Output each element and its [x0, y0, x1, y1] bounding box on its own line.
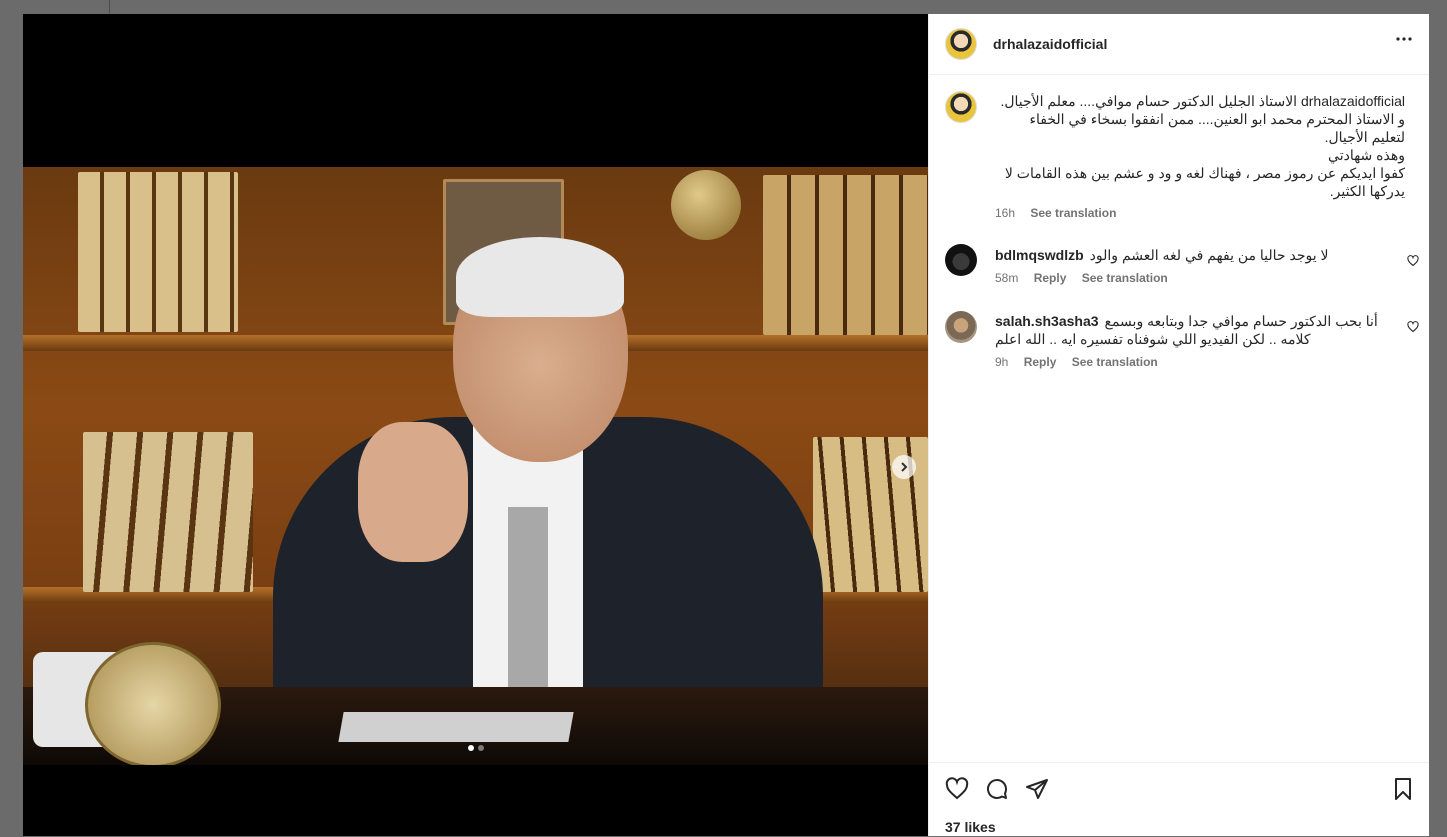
comment-time[interactable]: 9h	[995, 355, 1008, 369]
heart-icon	[1407, 321, 1419, 333]
post-modal: drhalazaidofficial drhalazaidofficial ال…	[23, 14, 1429, 836]
caption-line: drhalazaidofficial الاستاذ الجليل الدكتو…	[1000, 93, 1405, 109]
caption-avatar[interactable]	[945, 91, 977, 123]
comment-button[interactable]	[985, 777, 1009, 806]
strip-separator	[109, 0, 110, 14]
show-logo-seal	[85, 642, 221, 765]
caption-meta: 16h See translation	[995, 206, 1128, 220]
comment-text: لا يوجد حاليا من يفهم في لغه العشم والود	[1089, 247, 1329, 263]
comment-username[interactable]: bdlmqswdlzb	[995, 246, 1084, 264]
post-header: drhalazaidofficial	[929, 14, 1429, 75]
chevron-right-icon	[901, 462, 908, 472]
like-button[interactable]	[945, 777, 969, 806]
caption-line: كفوا ايديكم عن رموز مصر ، فهناك لغه و ود…	[1004, 165, 1405, 181]
more-options-button[interactable]	[1395, 32, 1413, 50]
reply-button[interactable]: Reply	[1034, 271, 1067, 285]
comment-username[interactable]: salah.sh3asha3	[995, 312, 1099, 330]
comment-time[interactable]: 58m	[995, 271, 1018, 285]
likes-count[interactable]: 37 likes	[945, 819, 996, 835]
see-translation-link[interactable]: See translation	[1072, 355, 1158, 369]
caption-time[interactable]: 16h	[995, 206, 1015, 220]
carousel-indicator	[468, 745, 484, 751]
comment-meta: 9h Reply See translation	[995, 355, 1170, 369]
post-side-panel: drhalazaidofficial drhalazaidofficial ال…	[928, 14, 1429, 836]
post-caption: drhalazaidofficial الاستاذ الجليل الدكتو…	[995, 92, 1405, 200]
books	[78, 172, 238, 332]
hand	[358, 422, 468, 562]
heart-icon	[1407, 255, 1419, 267]
caption-line: يدركها الكثير.	[1329, 183, 1405, 199]
books	[83, 432, 253, 592]
comment: bdlmqswdlzb لا يوجد حاليا من يفهم في لغه…	[995, 246, 1395, 264]
avatar[interactable]	[945, 28, 977, 60]
carousel-dot-active	[468, 745, 474, 751]
see-translation-link[interactable]: See translation	[1082, 271, 1168, 285]
comment-text: أنا بحب الدكتور حسام موافي جدا وبتابعه و…	[1104, 313, 1378, 329]
commenter-avatar[interactable]	[945, 244, 977, 276]
caption-line: و الاستاذ المحترم محمد ابو العنين.... مم…	[1029, 111, 1405, 127]
post-image	[23, 167, 928, 765]
comment-like-button[interactable]	[1407, 320, 1419, 338]
share-button[interactable]	[1025, 777, 1049, 806]
globe	[671, 170, 741, 240]
post-author-username[interactable]: drhalazaidofficial	[993, 36, 1107, 52]
comment: salah.sh3asha3 أنا بحب الدكتور حسام مواف…	[995, 312, 1395, 348]
commenter-avatar[interactable]	[945, 311, 977, 343]
comment-meta: 58m Reply See translation	[995, 271, 1180, 285]
caption-line: وهذه شهادتي	[1328, 147, 1405, 163]
more-horizontal-icon	[1396, 37, 1412, 41]
bookmark-icon	[1395, 778, 1411, 800]
heart-icon	[945, 777, 969, 800]
comment-text: كلامه .. لكن الفيديو اللي شوفناه تفسيره …	[995, 331, 1311, 347]
post-actions-bar: 37 likes	[929, 762, 1429, 837]
carousel-dot	[478, 745, 484, 751]
comment-icon	[987, 779, 1007, 799]
hair	[456, 237, 624, 317]
next-slide-button[interactable]	[892, 455, 916, 479]
books	[763, 175, 928, 335]
caption-line: لتعليم الأجيال.	[1324, 129, 1405, 145]
save-button[interactable]	[1391, 777, 1415, 806]
reply-button[interactable]: Reply	[1024, 355, 1057, 369]
send-icon	[1026, 779, 1048, 799]
browser-top-strip	[0, 0, 1447, 14]
post-media	[23, 14, 928, 836]
see-translation-link[interactable]: See translation	[1030, 206, 1116, 220]
papers	[338, 712, 574, 742]
comment-like-button[interactable]	[1407, 254, 1419, 272]
